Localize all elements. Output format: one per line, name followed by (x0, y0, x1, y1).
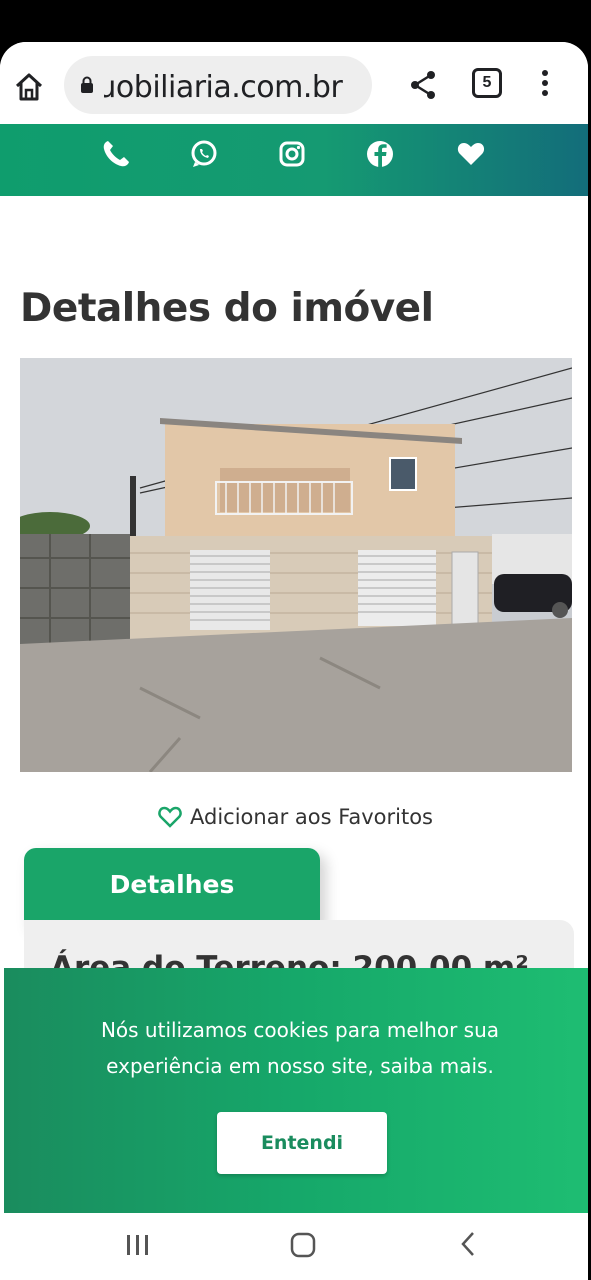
property-photo[interactable] (20, 358, 572, 772)
facebook-icon[interactable] (364, 138, 396, 170)
instagram-icon[interactable] (276, 138, 308, 170)
tabs-icon[interactable]: 5 (472, 68, 502, 98)
tab-label: Detalhes (109, 870, 235, 899)
more-vert-icon[interactable] (536, 68, 554, 102)
add-favorite-link[interactable]: Adicionar aos Favoritos (158, 802, 433, 832)
address-bar[interactable]: ɹobiliaria.com.br (64, 56, 372, 114)
back-icon[interactable] (458, 1230, 478, 1258)
url-text: ɹobiliaria.com.br (104, 70, 343, 105)
system-nav-bar (0, 1214, 588, 1280)
lock-icon (81, 76, 93, 93)
tab-detalhes[interactable]: Detalhes (24, 848, 320, 926)
home-circle-icon[interactable] (290, 1232, 316, 1258)
heart-outline-icon (158, 806, 182, 828)
cookie-banner: Nós utilizamos cookies para melhor sua e… (4, 968, 588, 1213)
share-icon[interactable] (406, 68, 440, 102)
recents-icon[interactable] (124, 1234, 152, 1256)
browser-toolbar: ɹobiliaria.com.br 5 (0, 42, 588, 124)
cookie-message: Nós utilizamos cookies para melhor sua e… (100, 1018, 500, 1078)
home-icon[interactable] (12, 70, 46, 104)
favorite-label: Adicionar aos Favoritos (190, 805, 433, 829)
phone-screen: ɹobiliaria.com.br 5 Detalhes do imóvel A… (0, 42, 588, 1280)
whatsapp-icon[interactable] (188, 138, 220, 170)
heart-icon[interactable] (455, 138, 487, 170)
phone-icon[interactable] (100, 138, 132, 170)
accept-cookies-button[interactable]: Entendi (217, 1112, 387, 1174)
page-title: Detalhes do imóvel (20, 286, 434, 331)
social-bar (0, 124, 588, 196)
